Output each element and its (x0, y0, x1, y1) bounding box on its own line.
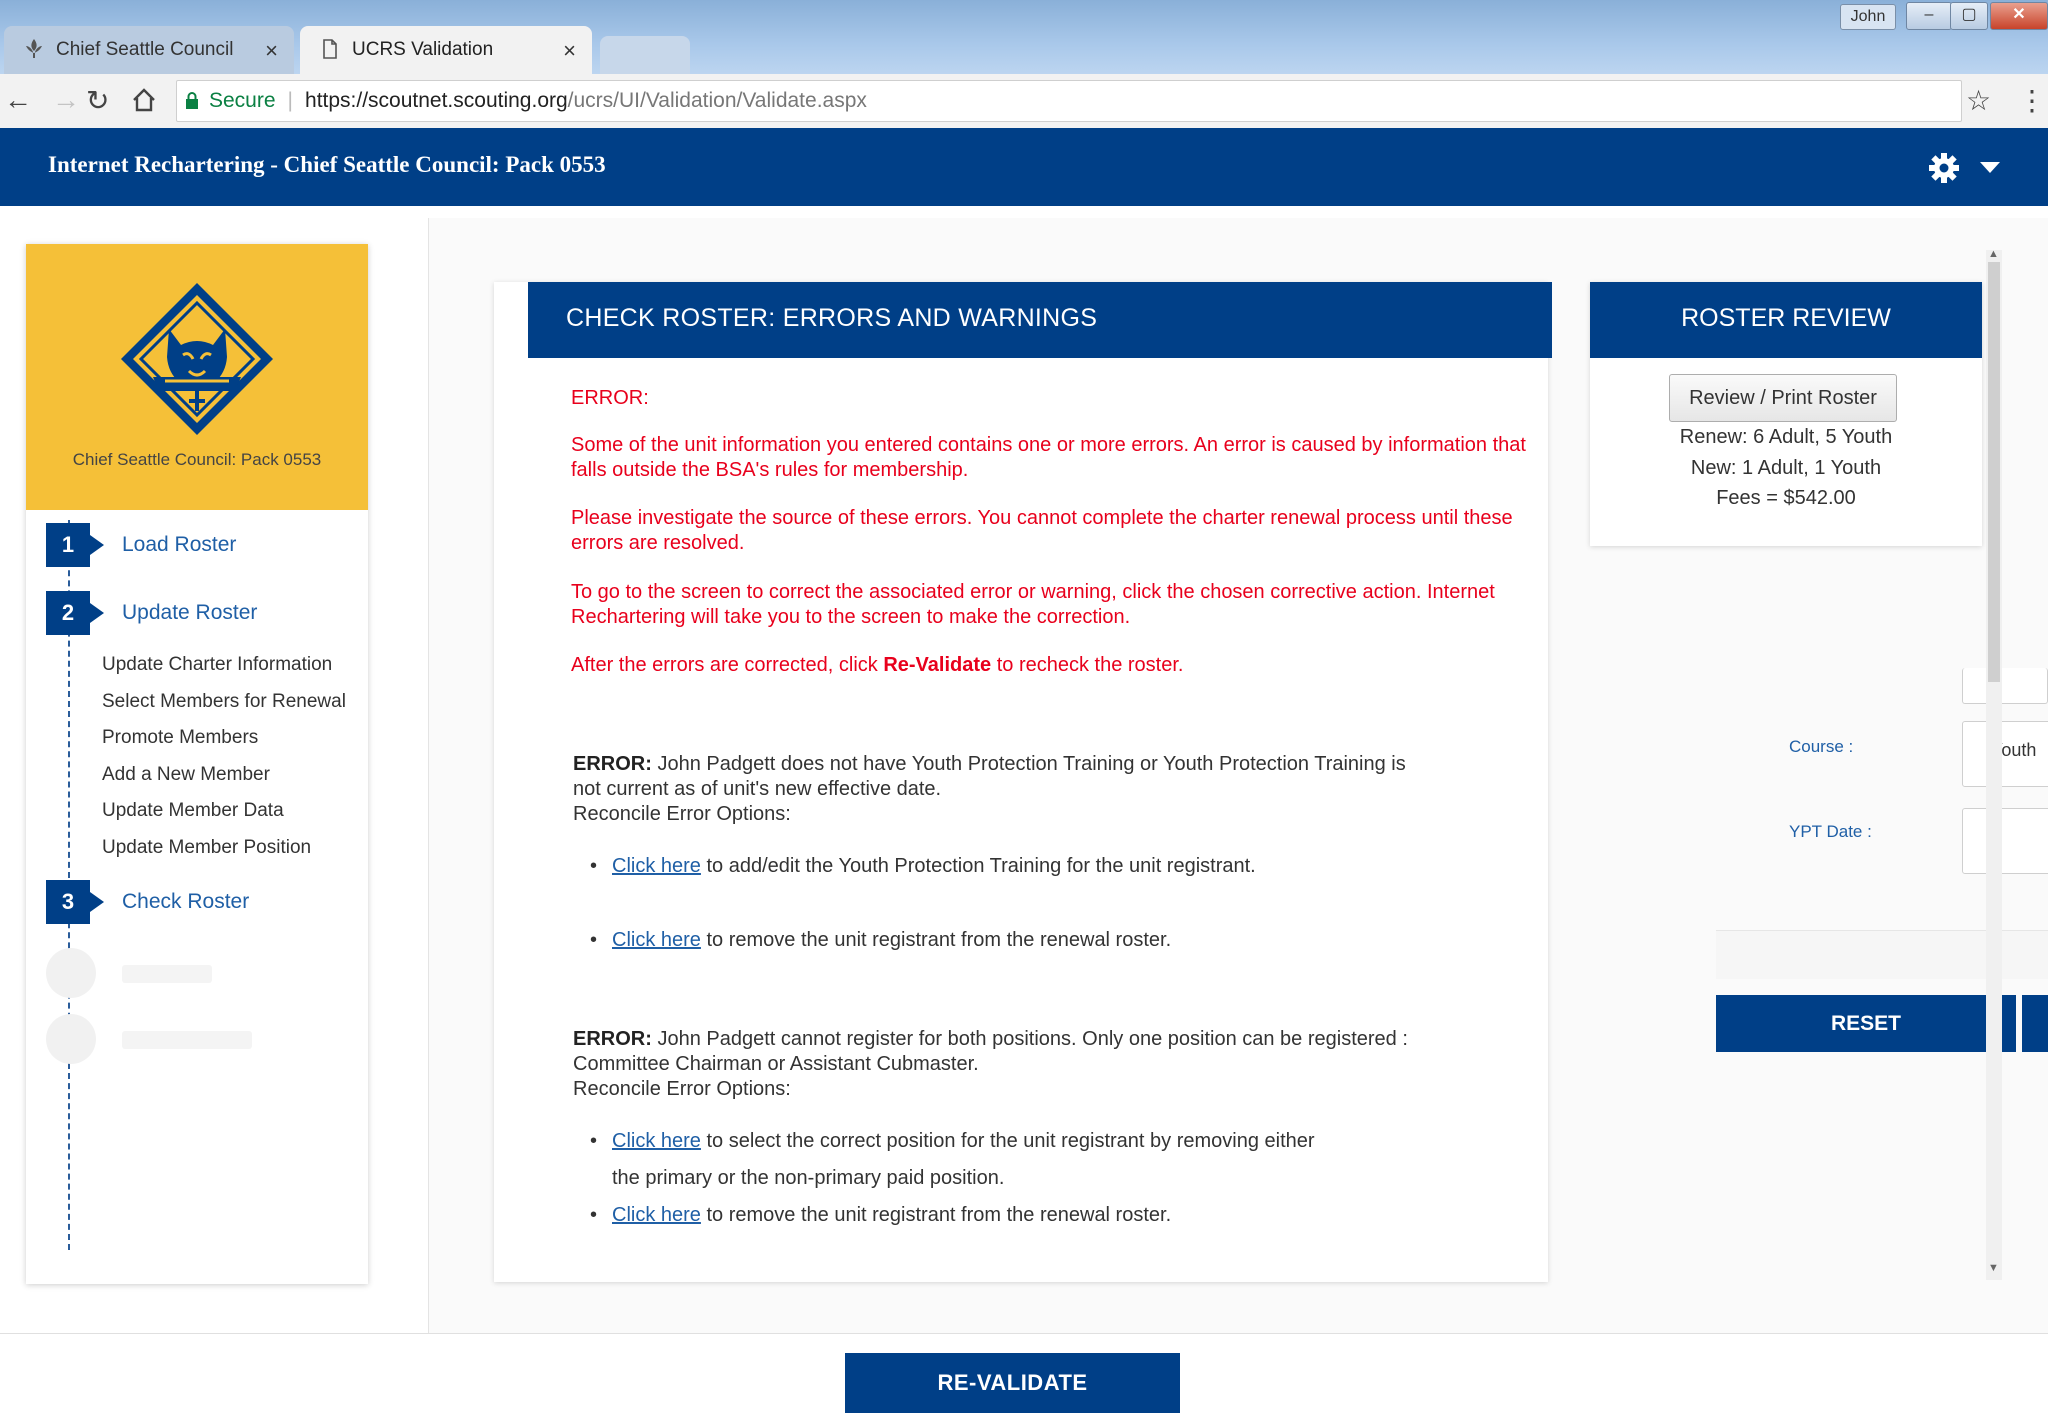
address-bar[interactable]: Secure | https://scoutnet.scouting.org/u… (176, 80, 1962, 122)
tab-label: UCRS Validation (352, 39, 494, 60)
sub-item-update-charter-information[interactable]: Update Charter Information (102, 654, 332, 676)
adjacent-button-edge[interactable] (2022, 995, 2048, 1052)
error-text: John Padgett cannot register for both po… (573, 1028, 1408, 1075)
error-2-option-1-link[interactable]: Click here (612, 1130, 701, 1152)
fees-total: Fees = $542.00 (1716, 487, 1856, 509)
chevron-down-icon[interactable] (1978, 160, 2002, 176)
option-text: to remove the unit registrant from the r… (700, 1204, 1172, 1226)
lock-icon (186, 92, 198, 109)
scroll-up-arrow-icon[interactable]: ▲ (1988, 248, 1999, 260)
review-print-roster-button[interactable]: Review / Print Roster (1669, 374, 1897, 422)
ypt-date-field[interactable]: 6 (1962, 808, 2048, 874)
window-maximize-button[interactable]: ▢ (1950, 2, 1988, 30)
hidden-field-box[interactable] (1962, 668, 2048, 704)
omnibox-divider: | (287, 89, 294, 112)
ypt-date-label: YPT Date : (1789, 822, 1872, 841)
step-5-label-placeholder (122, 1031, 252, 1049)
step-3-badge: 3 (46, 880, 104, 924)
course-label: Course : (1789, 737, 1854, 756)
unit-caption: Chief Seattle Council: Pack 0553 (72, 450, 322, 469)
option-text: to add/edit the Youth Protection Trainin… (700, 855, 1256, 877)
scrollbar-thumb[interactable] (1988, 262, 2000, 682)
forward-arrow-icon[interactable]: → (52, 84, 80, 116)
step-check-roster[interactable]: Check Roster (122, 890, 249, 914)
window-close-button[interactable]: ✕ (1990, 2, 2048, 30)
roster-review-title: ROSTER REVIEW (1681, 304, 1891, 332)
error-1-message: ERROR: John Padgett does not have Youth … (573, 752, 1433, 802)
tab-close-icon[interactable]: × (265, 38, 278, 64)
back-arrow-icon[interactable]: ← (4, 84, 32, 116)
course-field[interactable]: Youth (1962, 721, 2048, 787)
error-investigate-paragraph: Please investigate the source of these e… (571, 507, 1513, 554)
reset-button[interactable]: RESET (1716, 995, 2016, 1052)
sub-item-select-members-for-renewal[interactable]: Select Members for Renewal (102, 691, 346, 713)
error-2-options-label: Reconcile Error Options: (573, 1078, 791, 1100)
sub-item-promote-members[interactable]: Promote Members (102, 727, 258, 749)
error-1-option-2-link[interactable]: Click here (612, 929, 701, 951)
option-text: to remove the unit registrant from the r… (700, 929, 1172, 951)
error-intro-paragraph: Some of the unit information you entered… (571, 434, 1526, 481)
cub-scouts-logo (121, 283, 273, 435)
gear-icon[interactable] (1928, 152, 1960, 184)
url-text: https://scoutnet.scouting.org/ucrs/UI/Va… (305, 89, 867, 113)
error-2-option-2: Click here to remove the unit registrant… (590, 1197, 1332, 1234)
re-validate-button[interactable]: RE-VALIDATE (845, 1353, 1180, 1413)
tab-label: Chief Seattle Council (56, 39, 234, 60)
url-path: /ucrs/UI/Validation/Validate.aspx (567, 89, 867, 112)
window-user-badge[interactable]: John (1840, 4, 1896, 30)
browser-tab-council[interactable]: Chief Seattle Council × (4, 26, 294, 74)
fleur-de-lis-icon (26, 39, 42, 58)
column-divider (428, 218, 429, 1333)
revalidate-emphasis: Re-Validate (883, 654, 992, 676)
home-icon[interactable] (130, 86, 158, 114)
para-text: After the errors are corrected, click (571, 654, 884, 676)
error-revalidate-paragraph: After the errors are corrected, click Re… (571, 653, 1531, 678)
error-2-option-2-link[interactable]: Click here (612, 1204, 701, 1226)
page-icon (323, 39, 337, 59)
error-label: ERROR: (573, 1028, 652, 1050)
window-minimize-button[interactable]: – (1906, 2, 1952, 30)
option-text: to select the correct position for the u… (612, 1130, 1315, 1189)
error-1-option-1: Click here to add/edit the Youth Protect… (590, 848, 1332, 885)
step-load-roster[interactable]: Load Roster (122, 533, 236, 557)
tab-close-icon[interactable]: × (563, 38, 576, 64)
error-corrective-paragraph: To go to the screen to correct the assoc… (571, 581, 1495, 628)
reload-icon[interactable]: ↻ (86, 84, 109, 117)
step-2-badge: 2 (46, 591, 104, 635)
step-update-roster[interactable]: Update Roster (122, 601, 257, 625)
error-2-message: ERROR: John Padgett cannot register for … (573, 1027, 1433, 1077)
browser-tab-ucrs[interactable]: UCRS Validation × (300, 26, 592, 74)
step-1-badge: 1 (46, 523, 104, 567)
error-1-option-1-link[interactable]: Click here (612, 855, 701, 877)
para-text: to recheck the roster. (991, 654, 1184, 676)
sub-item-update-member-position[interactable]: Update Member Position (102, 837, 311, 859)
url-host: https://scoutnet.scouting.org (305, 89, 568, 112)
sub-item-add-new-member[interactable]: Add a New Member (102, 764, 270, 786)
step-5-placeholder (46, 1014, 96, 1064)
app-title: Internet Rechartering - Chief Seattle Co… (48, 152, 606, 177)
error-1-options-label: Reconcile Error Options: (573, 803, 791, 825)
bookmark-star-icon[interactable]: ☆ (1966, 84, 1991, 117)
step-4-label-placeholder (122, 965, 212, 983)
error-2-option-1: Click here to select the correct positio… (590, 1123, 1332, 1197)
step-4-placeholder (46, 948, 96, 998)
sub-item-update-member-data[interactable]: Update Member Data (102, 800, 284, 822)
error-text: John Padgett does not have Youth Protect… (573, 753, 1406, 800)
scroll-down-arrow-icon[interactable]: ▼ (1988, 1262, 1999, 1274)
browser-menu-icon[interactable]: ⋮ (2018, 84, 2046, 117)
error-heading: ERROR: (571, 387, 649, 409)
errors-card-title: CHECK ROSTER: ERRORS AND WARNINGS (566, 304, 1098, 332)
error-label: ERROR: (573, 753, 652, 775)
error-1-option-2: Click here to remove the unit registrant… (590, 922, 1332, 959)
secure-label: Secure (209, 89, 276, 112)
new-tab-button[interactable] (600, 36, 690, 74)
renew-count: Renew: 6 Adult, 5 Youth (1679, 426, 1893, 448)
new-count: New: 1 Adult, 1 Youth (1690, 457, 1882, 479)
